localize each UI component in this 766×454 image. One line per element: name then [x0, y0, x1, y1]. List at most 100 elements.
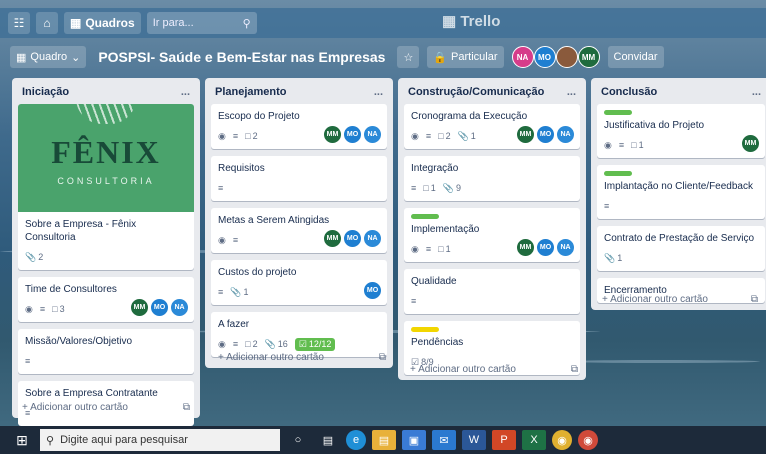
list-card[interactable]: Time de Consultores ◉ ≡ □ 3 MM MO NA [18, 277, 194, 322]
chrome-icon[interactable]: ◉ [552, 430, 572, 450]
card-members: MM MO NA [130, 298, 189, 317]
visibility-button[interactable]: 🔒 Particular [427, 46, 504, 68]
member-avatar[interactable]: MM [130, 298, 149, 317]
add-card-button[interactable]: + Adicionar outro cartão ⧉ [598, 288, 762, 307]
member-avatar[interactable]: MM [323, 229, 342, 248]
attachment-badge: 📎 9 [442, 182, 461, 194]
word-icon[interactable]: W [462, 430, 486, 450]
boards-button[interactable]: ▦ Quadros [64, 12, 141, 34]
member-avatar[interactable]: NA [556, 238, 575, 257]
invite-button[interactable]: Convidar [607, 46, 664, 68]
card-title: Justificativa do Projeto [604, 120, 705, 131]
search-placeholder: Ir para... [152, 17, 194, 29]
list-card[interactable]: Implementação ◉ ≡ □ 1 MM MO NA [404, 208, 580, 262]
add-card-label: + Adicionar outro cartão [410, 364, 516, 375]
member-avatar[interactable]: MO [533, 46, 556, 68]
board-title[interactable]: POSPSI- Saúde e Bem-Estar nas Empresas [94, 49, 389, 65]
search-input[interactable]: Ir para... ⚲ [146, 12, 257, 34]
member-avatar[interactable]: MM [741, 134, 760, 153]
list-card[interactable]: Implantação no Cliente/Feedback ≡ [597, 165, 765, 219]
comment-icon: □ [438, 131, 444, 141]
powerpoint-icon[interactable]: P [492, 430, 516, 450]
task-view-icon[interactable]: ▤ [316, 430, 340, 450]
list-card[interactable]: Qualidade ≡ [404, 269, 580, 314]
list-card[interactable]: FÊNIX CONSULTORIA Sobre a Empresa - Fêni… [18, 104, 194, 270]
mail-icon[interactable]: ✉ [432, 430, 456, 450]
card-badges: ≡ 📎 1 [218, 285, 380, 299]
comment-icon: □ [438, 244, 444, 254]
list-card[interactable]: Custos do projeto ≡ 📎 1 MO [211, 260, 387, 305]
list-title[interactable]: Construção/Comunicação [408, 86, 544, 98]
description-icon: ≡ [218, 183, 224, 193]
add-card-button[interactable]: + Adicionar outro cartão ⧉ [18, 396, 194, 415]
list-card[interactable]: Integração ≡ □ 1 📎 9 [404, 156, 580, 201]
member-avatar[interactable]: NA [363, 229, 382, 248]
list-header: Conclusão ... [597, 84, 765, 104]
add-card-button[interactable]: + Adicionar outro cartão ⧉ [406, 358, 582, 377]
cover-title: FÊNIX [51, 134, 161, 170]
template-icon[interactable]: ⧉ [751, 294, 758, 305]
trello-logo[interactable]: ▦ Trello [442, 12, 500, 30]
watch-icon: ◉ [411, 130, 419, 141]
edge-icon[interactable]: e [346, 430, 366, 450]
home-icon[interactable]: ⌂ [36, 12, 58, 34]
list-menu-button[interactable]: ... [181, 86, 190, 98]
watch-icon: ◉ [604, 139, 612, 150]
add-card-button[interactable]: + Adicionar outro cartão ⧉ [214, 346, 390, 365]
card-title: Integração [411, 163, 459, 174]
member-avatar[interactable]: MO [363, 281, 382, 300]
windows-start-icon[interactable]: ⊞ [10, 430, 34, 450]
member-avatar[interactable]: NA [556, 125, 575, 144]
card-badges: 📎 2 [25, 250, 187, 264]
member-avatar[interactable]: NA [170, 298, 189, 317]
list-card[interactable]: Requisitos ≡ [211, 156, 387, 201]
list-planejamento: Planejamento ... Escopo do Projeto ◉ ≡ □… [205, 78, 393, 368]
chrome-icon-2[interactable]: ◉ [578, 430, 598, 450]
list-title[interactable]: Planejamento [215, 86, 287, 98]
list-title[interactable]: Iniciação [22, 86, 69, 98]
excel-icon[interactable]: X [522, 430, 546, 450]
list-card[interactable]: Cronograma da Execução ◉ ≡ □ 2 📎 1 MM MO N… [404, 104, 580, 149]
card-title: Qualidade [411, 276, 457, 287]
member-avatar[interactable]: NA [511, 46, 534, 68]
list-menu-button[interactable]: ... [374, 86, 383, 98]
list-menu-button[interactable]: ... [752, 86, 761, 98]
cortana-icon[interactable]: ○ [286, 430, 310, 450]
list-card[interactable]: Metas a Serem Atingidas ◉ ≡ MM MO NA [211, 208, 387, 253]
taskbar-search-input[interactable]: ⚲ Digite aqui para pesquisar [40, 429, 280, 451]
apps-grid-icon[interactable]: ☷ [8, 12, 30, 34]
member-avatar[interactable]: MO [536, 125, 555, 144]
template-icon[interactable]: ⧉ [571, 364, 578, 375]
member-avatar[interactable]: NA [363, 125, 382, 144]
member-avatar[interactable]: MO [343, 125, 362, 144]
card-title: Time de Consultores [25, 284, 117, 295]
watch-icon: ◉ [411, 243, 419, 254]
list-card[interactable]: Justificativa do Projeto ◉ ≡ □ 1 MM [597, 104, 765, 158]
list-menu-button[interactable]: ... [567, 86, 576, 98]
member-avatar[interactable]: MO [536, 238, 555, 257]
star-button[interactable]: ☆ [397, 46, 420, 68]
template-icon[interactable]: ⧉ [183, 402, 190, 413]
list-title[interactable]: Conclusão [601, 86, 657, 98]
member-avatar[interactable]: MM [323, 125, 342, 144]
member-avatar[interactable]: MO [150, 298, 169, 317]
card-members: MM MO NA [516, 125, 575, 144]
list-card[interactable]: Contrato de Prestação de Serviço 📎 1 [597, 226, 765, 271]
board-switch-button[interactable]: ▦ Quadro ⌄ [10, 46, 87, 68]
store-icon[interactable]: ▣ [402, 430, 426, 450]
card-label-green [604, 110, 632, 115]
card-cover-image: FÊNIX CONSULTORIA [18, 104, 194, 212]
template-icon[interactable]: ⧉ [379, 352, 386, 363]
lock-icon: 🔒 [433, 51, 448, 64]
comments-badge: □ 1 [631, 140, 644, 150]
member-avatar[interactable]: MM [516, 238, 535, 257]
file-explorer-icon[interactable]: ▤ [372, 430, 396, 450]
list-card[interactable]: Escopo do Projeto ◉ ≡ □ 2 MM MO NA [211, 104, 387, 149]
member-avatar[interactable]: MO [343, 229, 362, 248]
list-card[interactable]: Missão/Valores/Objetivo ≡ [18, 329, 194, 374]
card-badges: 📎 1 [604, 251, 758, 265]
member-avatar-photo[interactable] [555, 46, 578, 68]
watch-icon: ◉ [25, 303, 33, 314]
member-avatar[interactable]: MM [516, 125, 535, 144]
member-avatar[interactable]: MM [577, 46, 600, 68]
